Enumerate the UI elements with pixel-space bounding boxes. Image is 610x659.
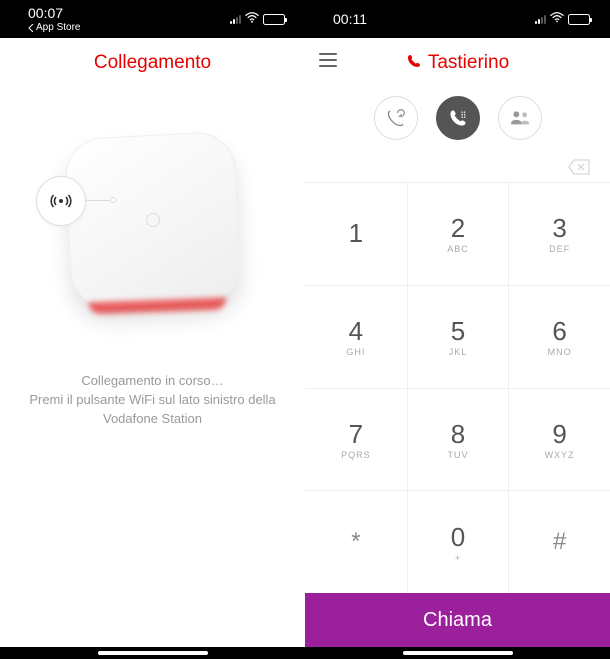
status-icons <box>230 11 285 27</box>
wifi-button-callout <box>36 176 86 226</box>
cellular-icon <box>230 15 241 24</box>
wifi-icon <box>550 11 564 27</box>
key-0[interactable]: 0+ <box>407 490 509 593</box>
keypad: 1 2ABC 3DEF 4GHI 5JKL 6MNO 7PQRS 8TUV 9W… <box>305 182 610 593</box>
contacts-button[interactable] <box>498 96 542 140</box>
title-bar: Collegamento <box>0 38 305 88</box>
key-9[interactable]: 9WXYZ <box>508 388 610 491</box>
battery-icon <box>568 14 590 25</box>
status-bar: 00:07 App Store <box>0 0 305 38</box>
battery-icon <box>263 14 285 25</box>
router-image <box>63 131 242 310</box>
cellular-icon <box>535 15 546 24</box>
screen: Collegamento <box>0 38 305 647</box>
key-6[interactable]: 6MNO <box>508 285 610 388</box>
router-logo <box>145 213 160 228</box>
recent-calls-button[interactable] <box>374 96 418 140</box>
phone-icon <box>406 53 422 74</box>
page-title: Collegamento <box>94 52 211 74</box>
clock: 00:11 <box>333 11 367 27</box>
key-5[interactable]: 5JKL <box>407 285 509 388</box>
home-indicator[interactable] <box>98 651 208 655</box>
keypad-button[interactable] <box>436 96 480 140</box>
key-8[interactable]: 8TUV <box>407 388 509 491</box>
screen: Tastierino 1 2ABC <box>305 38 610 647</box>
description-text: Collegamento in corso… Premi il pulsante… <box>0 352 305 449</box>
page-title: Tastierino <box>428 52 509 74</box>
key-7[interactable]: 7PQRS <box>305 388 407 491</box>
status-bar: 00:11 <box>305 0 610 38</box>
mode-buttons <box>305 88 610 156</box>
home-indicator[interactable] <box>403 651 513 655</box>
device-illustration <box>0 88 305 352</box>
back-to-app[interactable]: App Store <box>28 22 80 33</box>
phone-right: 00:11 Tastierino <box>305 0 610 659</box>
clock: 00:07 <box>28 5 80 21</box>
call-button[interactable]: Chiama <box>305 593 610 647</box>
status-icons <box>535 11 590 27</box>
phone-left: 00:07 App Store Collegamento <box>0 0 305 659</box>
key-4[interactable]: 4GHI <box>305 285 407 388</box>
key-hash[interactable]: # <box>508 490 610 593</box>
backspace-button[interactable] <box>568 159 590 180</box>
title-bar: Tastierino <box>305 38 610 88</box>
menu-button[interactable] <box>319 53 337 67</box>
wifi-icon <box>245 11 259 27</box>
key-2[interactable]: 2ABC <box>407 182 509 285</box>
key-star[interactable]: * <box>305 490 407 593</box>
key-1[interactable]: 1 <box>305 182 407 285</box>
key-3[interactable]: 3DEF <box>508 182 610 285</box>
